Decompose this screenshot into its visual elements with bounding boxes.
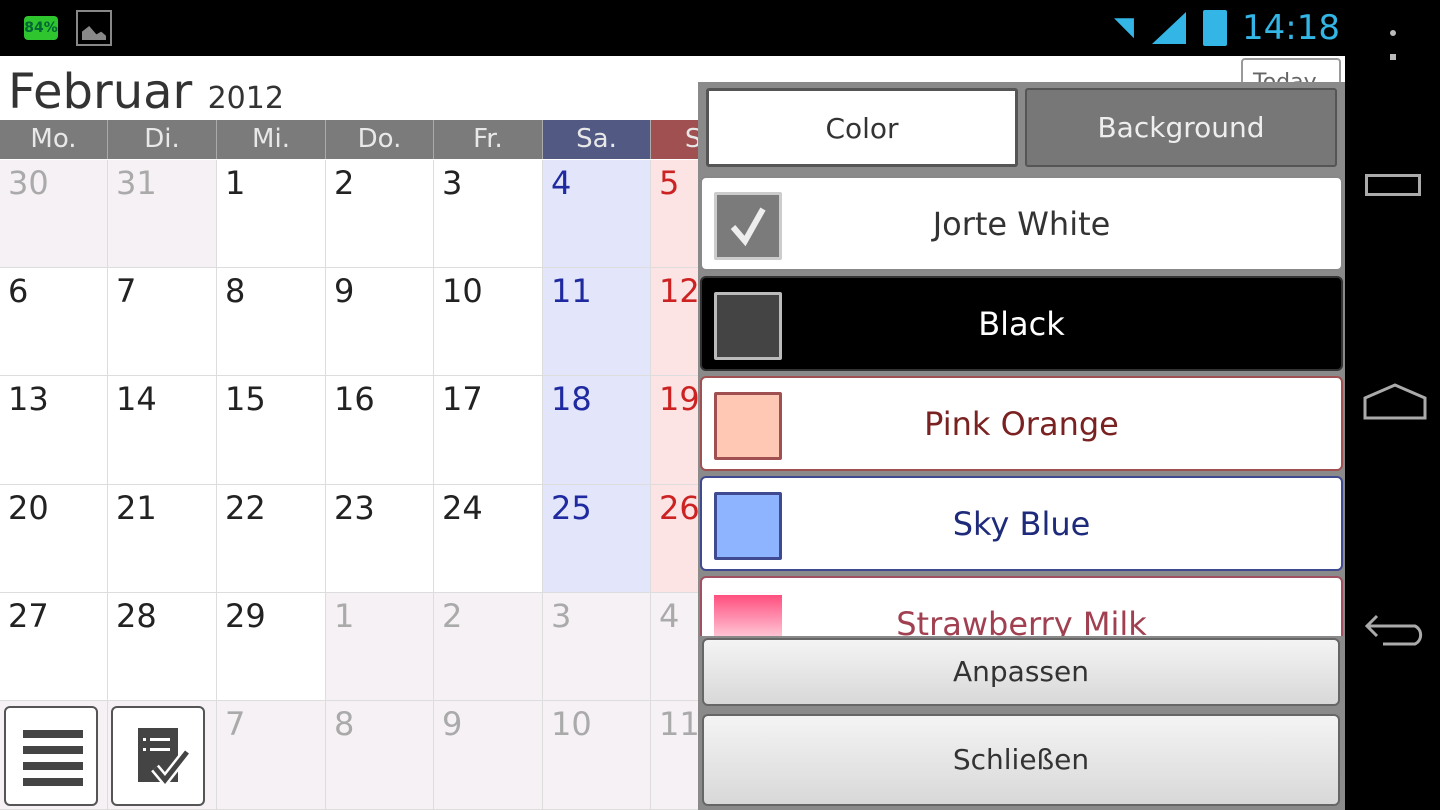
day-cell[interactable]: 28 (108, 593, 217, 701)
signal-icon (1152, 12, 1186, 44)
color-list[interactable]: Jorte White Black Pink Orange Sky Blue Straw… (698, 176, 1345, 636)
wifi-icon: ◥ (1114, 12, 1134, 42)
day-cell[interactable]: 7 (217, 701, 326, 810)
weekday-header: Sa. (543, 120, 651, 159)
home-icon[interactable] (1363, 382, 1427, 422)
day-cell[interactable]: 14 (108, 376, 217, 485)
color-swatch (714, 492, 782, 560)
task-list-icon (138, 728, 191, 788)
day-cell[interactable]: 27 (0, 593, 108, 701)
day-cell[interactable]: 3 (434, 160, 543, 268)
day-cell[interactable]: 25 (543, 485, 651, 593)
day-cell[interactable]: 8 (326, 701, 434, 810)
day-cell[interactable]: 16 (326, 376, 434, 485)
color-swatch (714, 392, 782, 460)
day-cell[interactable]: 9 (434, 701, 543, 810)
day-cell[interactable]: 22 (217, 485, 326, 593)
checkbox-checked-icon (714, 192, 782, 260)
overflow-menu-icon[interactable] (1390, 30, 1396, 60)
day-cell[interactable]: 21 (108, 485, 217, 593)
color-option[interactable]: Black (700, 276, 1343, 371)
color-option-label: Strawberry Milk (896, 605, 1147, 636)
day-cell[interactable]: 2 (326, 160, 434, 268)
battery-icon (1203, 10, 1227, 46)
weekday-header: Di. (108, 120, 217, 159)
day-cell[interactable]: 29 (217, 593, 326, 701)
tasks-button[interactable] (111, 706, 205, 806)
color-option[interactable]: Sky Blue (700, 476, 1343, 571)
day-cell[interactable]: 24 (434, 485, 543, 593)
day-cell[interactable]: 30 (0, 160, 108, 268)
day-cell[interactable]: 20 (0, 485, 108, 593)
color-option[interactable]: Pink Orange (700, 376, 1343, 471)
color-option-label: Pink Orange (924, 405, 1119, 443)
day-cell[interactable]: 1 (217, 160, 326, 268)
close-button[interactable]: Schließen (702, 714, 1340, 806)
customize-button[interactable]: Anpassen (702, 638, 1340, 706)
color-option[interactable]: Strawberry Milk (700, 576, 1343, 636)
menu-button[interactable] (4, 706, 98, 806)
day-cell[interactable]: 8 (217, 268, 326, 376)
weekday-header: Mo. (0, 120, 108, 159)
day-cell[interactable]: 31 (108, 160, 217, 268)
tab-background[interactable]: Background (1025, 88, 1337, 167)
battery-notification-icon: 84% (24, 16, 58, 40)
day-cell[interactable]: 15 (217, 376, 326, 485)
day-cell[interactable]: 18 (543, 376, 651, 485)
color-option-label: Jorte White (932, 205, 1111, 243)
menu-icon (23, 730, 83, 786)
day-cell[interactable]: 23 (326, 485, 434, 593)
year: 2012 (207, 81, 284, 116)
day-cell[interactable]: 6 (0, 268, 108, 376)
weekday-header: Mi. (217, 120, 326, 159)
weekday-header: Fr. (434, 120, 543, 159)
day-cell[interactable]: 13 (0, 376, 108, 485)
weekday-header: Do. (326, 120, 434, 159)
day-cell[interactable]: 3 (543, 593, 651, 701)
day-cell[interactable]: 1 (326, 593, 434, 701)
day-cell[interactable]: 4 (543, 160, 651, 268)
back-icon[interactable] (1363, 608, 1429, 648)
day-cell[interactable]: 2 (434, 593, 543, 701)
status-bar: 84% ◥ 14:18 (0, 0, 1440, 56)
color-option-label: Sky Blue (952, 505, 1091, 543)
color-swatch (714, 592, 782, 636)
month-title: Februar 2012 (8, 64, 284, 120)
color-option-label: Black (978, 305, 1065, 343)
day-cell[interactable]: 9 (326, 268, 434, 376)
color-option[interactable]: Jorte White (700, 176, 1343, 271)
day-cell[interactable]: 10 (543, 701, 651, 810)
color-swatch (714, 292, 782, 360)
day-cell[interactable]: 11 (543, 268, 651, 376)
navigation-bar (1345, 30, 1440, 810)
tab-color[interactable]: Color (706, 88, 1018, 167)
clock: 14:18 (1242, 8, 1340, 48)
recent-apps-icon[interactable] (1365, 174, 1421, 196)
day-cell[interactable]: 17 (434, 376, 543, 485)
day-cell[interactable]: 10 (434, 268, 543, 376)
color-picker-panel: Color Background Jorte White Black Pink Or… (698, 82, 1345, 810)
month-name: Februar (8, 64, 193, 120)
day-cell[interactable]: 7 (108, 268, 217, 376)
image-notification-icon (76, 10, 112, 46)
